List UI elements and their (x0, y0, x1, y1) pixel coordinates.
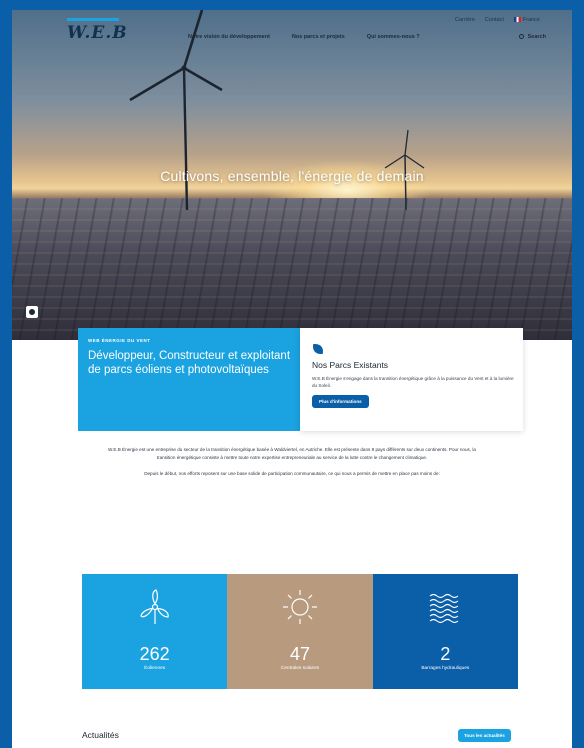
card-heading: Développeur, Constructeur et exploitant … (88, 350, 291, 376)
all-news-button[interactable]: Tous les actualités (458, 729, 511, 742)
parks-card-description: W.E.B Énergie s'engage dans la transitio… (312, 376, 514, 388)
parks-card-title: Nos Parcs Existants (312, 360, 389, 370)
hero-title: Cultivons, ensemble, l'énergie de demain (160, 168, 424, 184)
stat-value: 47 (289, 644, 310, 664)
top-link-contact[interactable]: Contact (485, 17, 504, 23)
more-info-button[interactable]: Plus d'informations (312, 395, 369, 408)
video-toggle-icon[interactable] (26, 306, 38, 318)
waves-icon (429, 593, 459, 624)
stat-label: Centrales solaires (280, 666, 320, 671)
stats-section: 262 Éoliennes 47 Centrales solaires 2 Ba… (82, 574, 518, 689)
language-label: France (522, 17, 540, 23)
top-link-careers[interactable]: Carrière (455, 17, 475, 23)
stat-label: Barrages hydrauliques (421, 666, 470, 671)
stat-wind: 262 Éoliennes (82, 574, 228, 689)
main-nav: Notre vision du développement Nos parcs … (188, 34, 420, 40)
nav-parks[interactable]: Nos parcs et projets (292, 34, 345, 40)
parks-card: Nos Parcs Existants W.E.B Énergie s'enga… (300, 328, 523, 431)
logo-bar (67, 18, 119, 21)
search-icon (518, 34, 524, 39)
stat-hydro: 2 Barrages hydrauliques (372, 574, 518, 689)
intro-card: WEB ÉNERGIE DU VENT Développeur, Constru… (78, 328, 300, 431)
news-title: Actualités (82, 730, 119, 740)
search-button[interactable]: Search (518, 34, 546, 40)
intro-text: W.E.B Énergie est une entreprise du sect… (102, 446, 482, 478)
card-eyebrow: WEB ÉNERGIE DU VENT (88, 338, 151, 343)
nav-vision[interactable]: Notre vision du développement (188, 34, 270, 40)
nav-about[interactable]: Qui sommes-nous ? (367, 34, 420, 40)
leaf-icon (310, 344, 326, 354)
page: W.E.B Carrière Contact France Notre visi… (12, 10, 572, 748)
intro-paragraph: W.E.B Énergie est une entreprise du sect… (108, 447, 476, 460)
stat-value: 2 (440, 644, 451, 664)
sun-icon (282, 590, 317, 624)
hero-section: W.E.B Carrière Contact France Notre visi… (12, 10, 572, 340)
wind-turbine-icon (139, 589, 169, 624)
logo-text: W.E.B (67, 23, 128, 43)
search-label: Search (527, 34, 546, 40)
web-logo[interactable]: W.E.B (67, 18, 128, 43)
top-nav: Carrière Contact France (455, 17, 540, 23)
intro-paragraph: Depuis le début, nos efforts reposent su… (144, 471, 440, 476)
language-selector[interactable]: France (513, 17, 540, 23)
stat-label: Éoliennes (144, 666, 166, 671)
stat-solar: 47 Centrales solaires (227, 574, 373, 689)
france-flag-icon (513, 17, 521, 22)
stat-value: 262 (139, 644, 170, 664)
